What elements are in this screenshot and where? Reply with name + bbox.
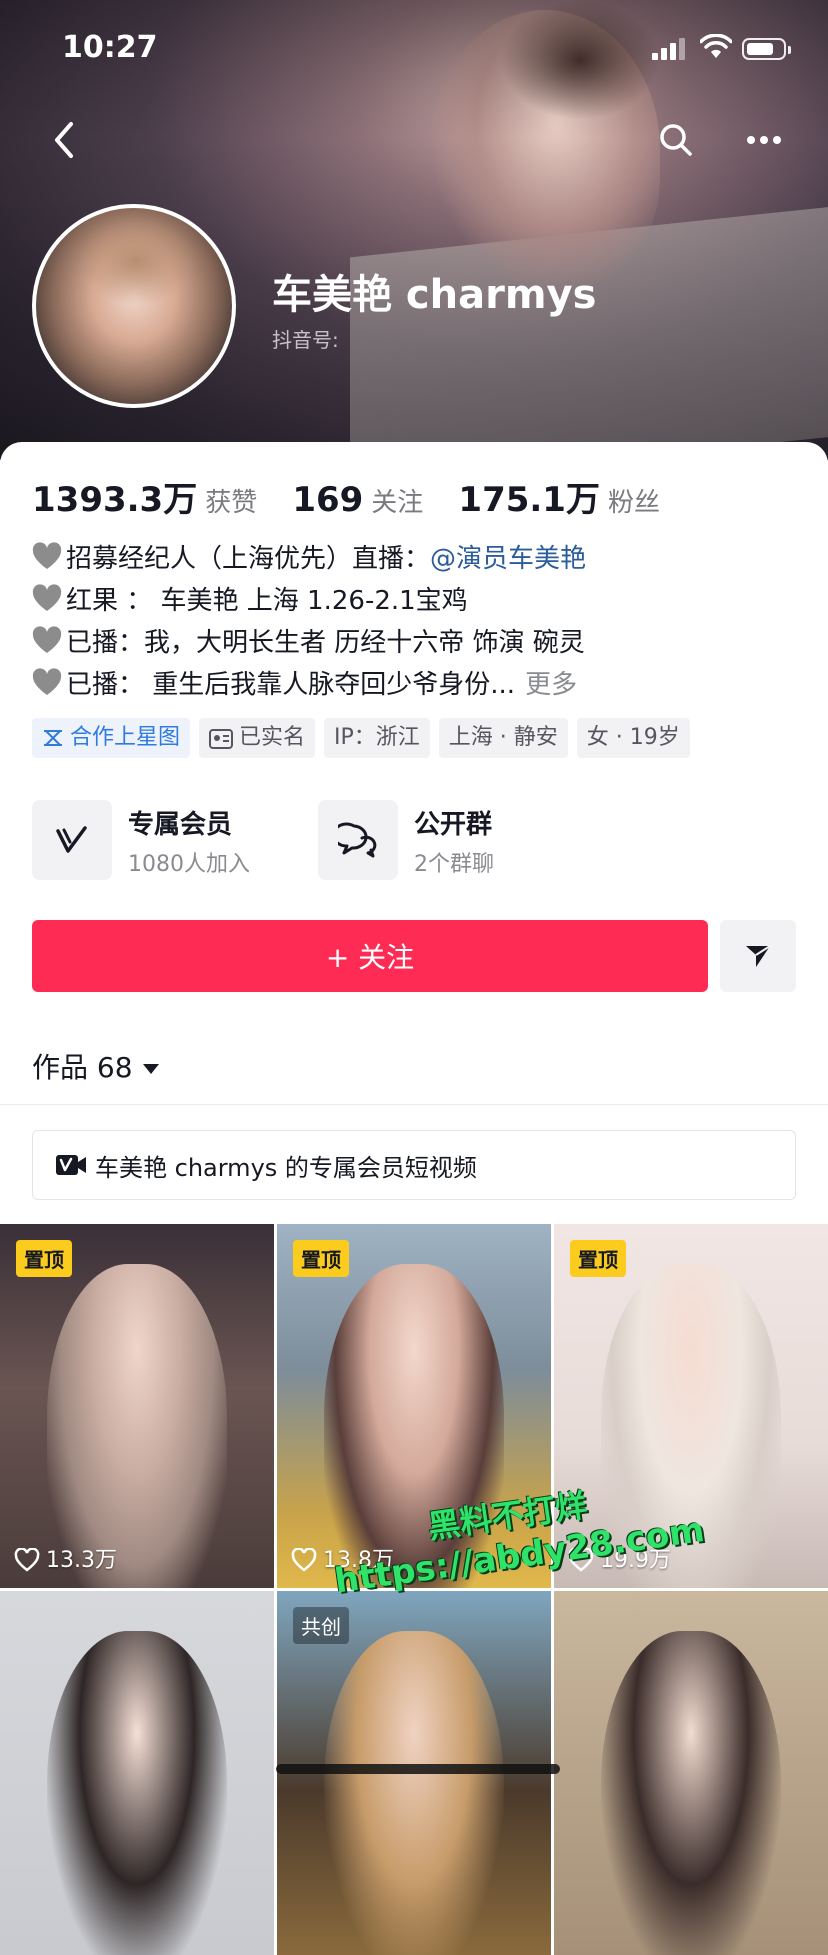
mention-link[interactable]: @演员车美艳 (430, 544, 586, 574)
profile-tags: 合作上星图 已实名 IP：浙江 上海 · 静安女 · 19岁 (32, 718, 699, 758)
profile-bio: 招募经纪人（上海优先）直播：@演员车美艳 红果 ： 车美艳 上海 1.26-2.… (32, 538, 802, 706)
vip-video-icon (56, 1155, 86, 1175)
douyin-id[interactable]: 抖音号: (272, 324, 339, 353)
grey-heart-icon (32, 542, 62, 569)
star-map-icon (44, 730, 62, 746)
profile-stats: 1393.3万 获赞 169 关注 175.1万 粉丝 (32, 472, 690, 521)
pinned-badge: 置顶 (293, 1240, 349, 1277)
send-message-button[interactable] (720, 920, 796, 992)
more-dots-icon (747, 136, 781, 144)
group-chat-icon (338, 822, 377, 858)
video-thumbnail[interactable]: 置顶 13.3万 (0, 1224, 274, 1588)
divider (0, 1104, 828, 1105)
tag-verified-name[interactable]: 已实名 (199, 718, 316, 758)
tag-gender-age: 女 · 19岁 (576, 718, 690, 758)
like-count: 19.9万 (568, 1542, 671, 1574)
avatar[interactable] (32, 204, 236, 408)
video-thumbnail[interactable] (554, 1591, 828, 1955)
stat-likes[interactable]: 1393.3万 获赞 (32, 472, 257, 521)
stat-followers[interactable]: 175.1万 粉丝 (458, 472, 660, 521)
v-membership-icon (56, 826, 87, 853)
profile-card: 1393.3万 获赞 169 关注 175.1万 粉丝 招募经纪人（上海优先）直播：@… (0, 442, 828, 1955)
status-time: 10:27 (62, 30, 158, 65)
chevron-left-icon (55, 122, 73, 158)
search-button[interactable] (646, 110, 706, 170)
like-count: 13.3万 (14, 1542, 117, 1574)
search-icon (660, 124, 692, 156)
follow-button[interactable]: + 关注 (32, 920, 708, 992)
battery-icon (742, 38, 791, 60)
heart-outline-icon (568, 1547, 594, 1572)
caret-down-icon (142, 1064, 159, 1074)
status-bar: 10:27 (0, 0, 828, 100)
tag-city[interactable]: 上海 · 静安 (438, 718, 568, 758)
heart-outline-icon (14, 1547, 40, 1572)
more-options-button[interactable] (734, 110, 794, 170)
video-thumbnail[interactable] (0, 1591, 274, 1955)
pinned-badge: 置顶 (16, 1240, 72, 1277)
pinned-badge: 置顶 (570, 1240, 626, 1277)
id-card-icon (209, 729, 234, 749)
home-indicator (276, 1764, 560, 1774)
send-arrow-icon (746, 945, 771, 967)
tab-works[interactable]: 作品 68 (32, 1046, 159, 1086)
back-button[interactable] (34, 110, 94, 170)
co-creation-badge: 共创 (293, 1607, 349, 1644)
grey-heart-icon (32, 584, 62, 611)
exclusive-videos-banner[interactable]: 车美艳 charmys 的专属会员短视频 (32, 1130, 796, 1200)
video-thumbnail[interactable]: 置顶 19.9万 (554, 1224, 828, 1588)
profile-nickname: 车美艳 charmys (272, 272, 597, 318)
tag-star-map[interactable]: 合作上星图 (32, 718, 191, 758)
grey-heart-icon (32, 668, 62, 695)
grey-heart-icon (32, 626, 62, 653)
cellular-signal-icon (652, 38, 685, 60)
heart-outline-icon (291, 1547, 317, 1572)
tag-ip-location: IP：浙江 (324, 718, 430, 758)
stat-following[interactable]: 169 关注 (292, 480, 423, 520)
wifi-icon (700, 34, 732, 58)
bio-more-link[interactable]: 更多 (525, 670, 577, 700)
video-thumbnail[interactable]: 置顶 13.8万 (277, 1224, 551, 1588)
like-count: 13.8万 (291, 1542, 394, 1574)
